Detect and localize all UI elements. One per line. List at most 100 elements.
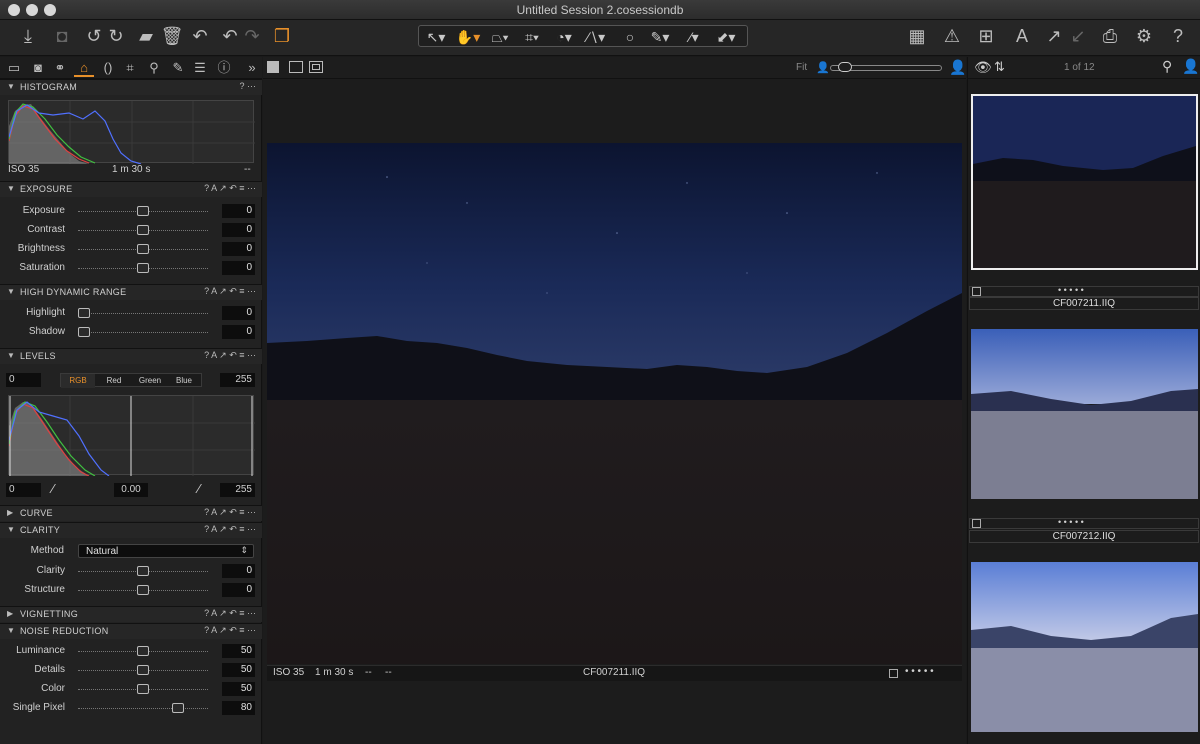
capture-camera-icon[interactable]: ◙ (28, 59, 48, 77)
apply-icon[interactable]: ⬋▾ (713, 27, 739, 47)
slider-value[interactable]: 0 (222, 325, 255, 339)
levels-output-high[interactable]: 255 (220, 483, 255, 497)
camera-icon[interactable]: ◘ (50, 24, 74, 48)
levels-channel-red[interactable]: Red (97, 374, 131, 388)
levels-channel-blue[interactable]: Blue (167, 374, 201, 388)
thumbnail-2[interactable] (971, 329, 1198, 499)
grid-icon[interactable]: ⊞ (974, 24, 998, 48)
move-to-folder-icon[interactable]: ▰ (134, 24, 158, 48)
import-icon[interactable]: ⤓ (16, 24, 40, 48)
slider-track[interactable] (78, 313, 208, 314)
zoom-fit-label[interactable]: Fit (796, 62, 807, 73)
hdr-actions[interactable]: ? A ↗ ↶ ≡ ··· (204, 286, 256, 297)
browser-person-icon[interactable]: 👤 (1182, 58, 1199, 75)
levels-input-low[interactable]: 0 (6, 373, 41, 387)
slider-knob[interactable] (137, 206, 149, 216)
library-folder-icon[interactable]: ▭ (4, 59, 24, 77)
zoom-out-person-icon[interactable]: 👤 (816, 61, 830, 74)
export-disabled-icon[interactable]: ↙ (1066, 24, 1090, 48)
sort-icon[interactable]: ⇅ (994, 59, 1005, 75)
multi-view-icon[interactable] (267, 61, 279, 73)
slider-value[interactable]: 0 (222, 242, 255, 256)
thumbnail-3[interactable] (971, 562, 1198, 732)
highlight-eyedropper-icon[interactable]: ⁄ (198, 481, 200, 496)
slider-knob[interactable] (78, 327, 90, 337)
details-search-icon[interactable]: ⚲ (144, 59, 164, 77)
exposure-tab-icon[interactable]: ⌂ (74, 59, 94, 77)
vignetting-header[interactable]: ▶ VIGNETTING ? A ↗ ↶ ≡ ··· (0, 606, 262, 622)
keystone-icon[interactable]: ⏢▾ (487, 27, 513, 47)
straighten-icon[interactable]: ∕∖▾ (583, 27, 609, 47)
thumbnail-2-rating[interactable]: • • • • • (1058, 517, 1084, 527)
redo-icon[interactable]: ↷ (240, 24, 264, 48)
eye-icon[interactable]: 👁 (974, 59, 992, 76)
slider-knob[interactable] (172, 703, 185, 713)
undo-adjust-icon[interactable]: ↶ (188, 24, 212, 48)
slider-value[interactable]: 50 (222, 682, 255, 696)
slider-value[interactable]: 0 (222, 564, 255, 578)
collapse-triangle-icon[interactable]: ▼ (7, 287, 15, 296)
zoom-in-person-icon[interactable]: 👤 (949, 59, 966, 76)
crop-icon[interactable]: ⌗▾ (519, 27, 545, 47)
print-icon[interactable]: ⎙ (1098, 24, 1122, 48)
output-list-icon[interactable]: ☰ (190, 59, 210, 77)
slider-value[interactable]: 0 (222, 306, 255, 320)
collapse-triangle-icon[interactable]: ▼ (7, 626, 15, 635)
shadow-eyedropper-icon[interactable]: ⁄ (52, 481, 54, 496)
rotate-tool-icon[interactable]: ◔▾ (551, 27, 577, 47)
thumbnail-1[interactable] (971, 94, 1198, 270)
color-circles-icon[interactable]: ⚭ (50, 59, 70, 77)
slider-value[interactable]: 0 (222, 261, 255, 275)
slider-knob[interactable] (137, 225, 149, 235)
slider-knob[interactable] (137, 585, 149, 595)
viewer-rating[interactable]: • • • • • (905, 666, 934, 677)
curve-header[interactable]: ▶ CURVE ? A ↗ ↶ ≡ ··· (0, 505, 262, 521)
levels-input-high[interactable]: 255 (220, 373, 255, 387)
clarity-actions[interactable]: ? A ↗ ↶ ≡ ··· (204, 524, 256, 535)
more-tabs-icon[interactable]: » (242, 59, 262, 77)
levels-output-low[interactable]: 0 (6, 483, 41, 497)
select-cursor-icon[interactable]: ↖▾ (423, 27, 449, 47)
curve-actions[interactable]: ? A ↗ ↶ ≡ ··· (204, 507, 256, 518)
search-icon[interactable]: ⚲ (1162, 58, 1172, 75)
help-icon[interactable]: ? (1166, 24, 1190, 48)
settings-gear-icon[interactable]: ⚙ (1132, 24, 1156, 48)
trash-icon[interactable]: 🗑 (160, 24, 184, 48)
thumbnail-2-checkbox[interactable] (972, 519, 981, 528)
collapse-triangle-icon[interactable]: ▼ (7, 351, 15, 360)
slider-track[interactable] (78, 708, 208, 709)
noise-reduction-actions[interactable]: ? A ↗ ↶ ≡ ··· (204, 625, 256, 636)
proof-view-icon[interactable] (309, 61, 323, 73)
metadata-info-icon[interactable]: ⓘ (214, 59, 234, 77)
thumbnail-1-rating[interactable]: • • • • • (1058, 285, 1084, 295)
export-icon[interactable]: ↗ (1042, 24, 1066, 48)
proofing-icon[interactable]: ▦ (905, 24, 929, 48)
levels-channel-green[interactable]: Green (133, 374, 167, 388)
levels-channel-rgb[interactable]: RGB (61, 374, 95, 388)
slider-knob[interactable] (78, 308, 90, 318)
spot-removal-icon[interactable]: ○ (617, 27, 643, 47)
single-view-icon[interactable] (289, 61, 303, 73)
slider-track[interactable] (78, 332, 208, 333)
brush-icon[interactable]: ✎▾ (647, 27, 673, 47)
vignetting-actions[interactable]: ? A ↗ ↶ ≡ ··· (204, 608, 256, 619)
slider-knob[interactable] (137, 665, 149, 675)
slider-value[interactable]: 80 (222, 701, 255, 715)
picker-icon[interactable]: ⁄▾ (681, 27, 707, 47)
slider-knob[interactable] (137, 684, 149, 694)
levels-actions[interactable]: ? A ↗ ↶ ≡ ··· (204, 350, 256, 361)
slider-value[interactable]: 0 (222, 583, 255, 597)
slider-value[interactable]: 50 (222, 663, 255, 677)
thumbnail-1-checkbox[interactable] (972, 287, 981, 296)
exposure-warning-icon[interactable]: ⚠ (940, 24, 964, 48)
undo-icon[interactable]: ↶ (218, 24, 242, 48)
local-adjust-icon[interactable]: ✎ (168, 59, 188, 77)
histogram-actions[interactable]: ? ··· (240, 81, 257, 91)
text-overlay-icon[interactable]: A (1010, 24, 1034, 48)
collapse-triangle-icon[interactable]: ▼ (7, 184, 15, 193)
pan-hand-icon[interactable]: ✋▾ (455, 27, 481, 47)
copy-adjustments-icon[interactable]: ❐ (270, 24, 294, 48)
slider-value[interactable]: 50 (222, 644, 255, 658)
viewer-select-checkbox[interactable] (889, 669, 898, 678)
rotate-right-icon[interactable]: ↻ (104, 24, 128, 48)
